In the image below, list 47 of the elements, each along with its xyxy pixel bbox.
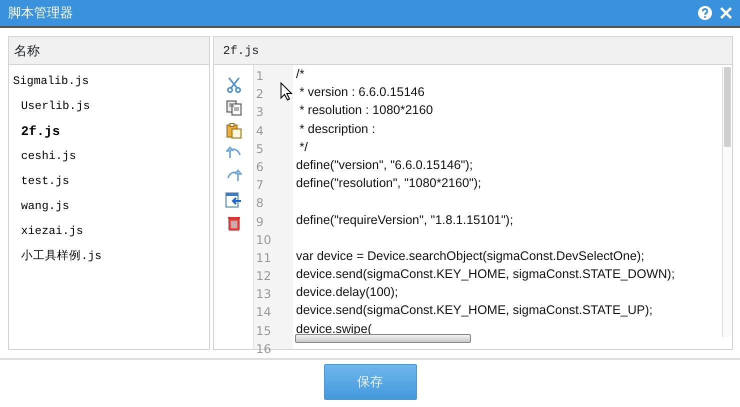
- line-number: 6: [256, 160, 264, 174]
- file-item[interactable]: test.js: [9, 169, 209, 194]
- code-line: device.swipe(: [296, 320, 372, 338]
- file-item[interactable]: 2f.js: [9, 119, 209, 144]
- file-item[interactable]: Userlib.js: [9, 94, 209, 119]
- paste-icon[interactable]: [224, 121, 244, 141]
- code-line: device.send(sigmaConst.KEY_HOME, sigmaConst.STATE_UP);: [296, 302, 653, 320]
- file-item[interactable]: 小工具样例.js: [9, 244, 209, 269]
- code-line: /*: [296, 66, 304, 83]
- file-tab[interactable]: 2f.js: [214, 37, 732, 65]
- line-number: 3: [256, 105, 264, 120]
- line-number: 11: [256, 250, 272, 265]
- line-number: 5: [256, 142, 264, 156]
- import-icon[interactable]: [224, 190, 244, 210]
- line-number: 4: [256, 124, 264, 138]
- line-number: 16: [256, 342, 272, 356]
- copy-icon[interactable]: [224, 98, 244, 118]
- vertical-scrollbar[interactable]: [722, 67, 731, 337]
- code-line: * description :: [298, 120, 376, 138]
- code-line: define("requireVersion", "1.8.1.15101");: [296, 212, 514, 229]
- horizontal-scrollbar[interactable]: [295, 334, 471, 343]
- line-number: 2: [256, 87, 264, 102]
- code-line: define("version", "6.6.0.15146");: [296, 156, 473, 174]
- code-line: var device = Device.searchObject(sigmaConst.DevSelectOne);: [296, 248, 644, 265]
- file-item[interactable]: xiezai.js: [9, 219, 209, 244]
- code-line: define("resolution", "1080*2160");: [296, 175, 482, 192]
- line-number: 10: [256, 232, 272, 247]
- code-line: device.delay(100);: [296, 284, 398, 302]
- code-line: */: [298, 138, 308, 156]
- line-number: 1: [256, 69, 264, 83]
- file-item[interactable]: ceshi.js: [9, 144, 209, 169]
- line-number: 14: [256, 305, 272, 320]
- close-icon[interactable]: [720, 6, 732, 20]
- line-number: 12: [256, 269, 272, 284]
- code-line: * resolution : 1080*2160: [298, 102, 433, 120]
- line-number: 15: [256, 324, 272, 338]
- line-number: 7: [256, 178, 264, 192]
- line-number: 13: [256, 287, 272, 302]
- code-line: * version : 6.6.0.15146: [298, 84, 425, 102]
- help-icon[interactable]: [698, 6, 712, 20]
- file-item[interactable]: Sigmalib.js: [9, 69, 209, 94]
- line-number: 9: [256, 214, 264, 228]
- code-line: device.send(sigmaConst.KEY_HOME, sigmaConst.STATE_DOWN);: [296, 266, 675, 284]
- file-item[interactable]: wang.js: [9, 194, 209, 219]
- column-header: 名称: [9, 37, 209, 65]
- line-number: 8: [256, 196, 264, 210]
- window-title: 脚本管理器: [8, 4, 73, 22]
